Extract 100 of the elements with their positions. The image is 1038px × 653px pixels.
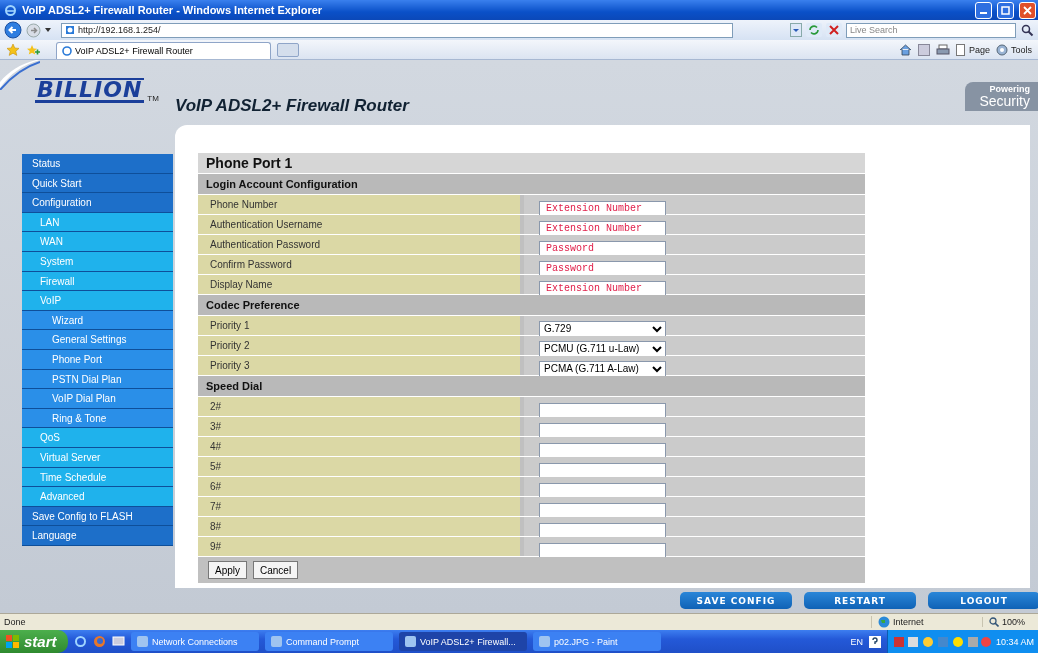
sidebar-item[interactable]: Virtual Server: [22, 447, 173, 468]
sidebar-item[interactable]: Advanced: [22, 487, 173, 507]
sidebar-item[interactable]: System: [22, 251, 173, 272]
maximize-button[interactable]: [997, 1, 1014, 19]
search-field[interactable]: Live Search: [846, 22, 1016, 38]
codec-dropdown[interactable]: G.729: [539, 320, 666, 337]
field-label: Authentication Username: [198, 215, 520, 234]
refresh-button[interactable]: [806, 23, 822, 37]
zoom-level[interactable]: 100%: [1002, 617, 1026, 627]
action-button[interactable]: LOGOUT: [928, 592, 1038, 609]
field-label: Display Name: [198, 275, 520, 294]
close-icon: [1023, 5, 1032, 15]
sidebar-item[interactable]: VoIP Dial Plan: [22, 389, 173, 409]
ie-logo-icon: [4, 3, 17, 17]
close-button[interactable]: [1019, 1, 1036, 19]
home-icon[interactable]: [898, 43, 912, 56]
field-label: 8#: [198, 517, 520, 536]
sidebar-item[interactable]: Wizard: [22, 310, 173, 331]
taskbar-button[interactable]: Command Prompt: [265, 632, 393, 651]
page-icon: [65, 25, 75, 35]
text-field[interactable]: Extension Number: [539, 280, 666, 297]
form-button[interactable]: Cancel: [253, 561, 299, 579]
app-icon: [405, 636, 416, 647]
sidebar-item[interactable]: Ring & Tone: [22, 408, 173, 429]
app-icon: [137, 636, 148, 647]
ie-logo-icon[interactable]: [74, 635, 87, 648]
sidebar-item[interactable]: Status: [22, 154, 173, 174]
brand-logo: BILLION: [35, 78, 145, 103]
maximize-icon: [1001, 5, 1010, 15]
text-field[interactable]: [539, 462, 666, 479]
text-field[interactable]: Extension Number: [539, 200, 666, 217]
sidebar-item[interactable]: LAN: [22, 212, 173, 233]
action-button[interactable]: RESTART: [804, 592, 916, 609]
language-indicator[interactable]: EN: [850, 636, 863, 647]
sidebar-item[interactable]: Language: [22, 526, 173, 546]
text-field[interactable]: [539, 502, 666, 519]
tagline-text: Security: [979, 94, 1030, 108]
field-label: 7#: [198, 497, 520, 516]
text-field[interactable]: [539, 402, 666, 419]
sidebar-item[interactable]: Configuration: [22, 193, 173, 213]
text-field[interactable]: Extension Number: [539, 220, 666, 237]
minimize-button[interactable]: [975, 1, 992, 19]
app-icon: [539, 636, 550, 647]
gear-icon: [996, 43, 1008, 56]
star-icon[interactable]: [6, 42, 20, 57]
address-field[interactable]: http://192.168.1.254/: [61, 22, 733, 38]
tools-menu[interactable]: Tools: [996, 43, 1032, 56]
sidebar-item[interactable]: Time Schedule: [22, 467, 173, 488]
sidebar-item[interactable]: QoS: [22, 428, 173, 448]
sidebar-item[interactable]: Quick Start: [22, 173, 173, 194]
field-label: Authentication Password: [198, 235, 520, 254]
new-tab-button[interactable]: [277, 42, 299, 57]
globe-icon: [878, 616, 890, 628]
sidebar-item[interactable]: WAN: [22, 232, 173, 252]
section-heading: Login Account Configuration: [198, 174, 865, 195]
field-label: 6#: [198, 477, 520, 496]
sidebar-item[interactable]: Firewall: [22, 271, 173, 292]
field-label: 9#: [198, 537, 520, 556]
minimize-icon: [980, 11, 987, 14]
zoom-icon[interactable]: [989, 617, 999, 627]
section-heading: Speed Dial: [198, 376, 865, 397]
print-icon[interactable]: [935, 43, 950, 56]
back-button[interactable]: [4, 21, 22, 39]
sidebar-item[interactable]: General Settings: [22, 330, 173, 350]
page-menu[interactable]: Page: [955, 43, 990, 56]
help-icon[interactable]: [868, 635, 881, 648]
ie-logo-icon: [62, 46, 72, 56]
sidebar-item[interactable]: VoIP: [22, 291, 173, 311]
taskbar-button[interactable]: VoIP ADSL2+ Firewall...: [399, 632, 527, 651]
zone-label: Internet: [893, 617, 924, 627]
search-icon[interactable]: [1020, 23, 1034, 37]
window-title: VoIP ADSL2+ Firewall Router - Windows Internet Explorer: [22, 4, 323, 16]
caret-icon[interactable]: [45, 28, 51, 32]
codec-dropdown[interactable]: PCMU (G.711 u-Law): [539, 340, 666, 357]
text-field[interactable]: [539, 522, 666, 539]
text-field[interactable]: [539, 542, 666, 559]
text-field[interactable]: [539, 482, 666, 499]
desktop-icon[interactable]: [112, 635, 125, 648]
taskbar-button[interactable]: Network Connections: [131, 632, 259, 651]
status-text: Done: [4, 617, 26, 627]
stop-button[interactable]: [826, 23, 842, 37]
codec-dropdown[interactable]: PCMA (G.711 A-Law): [539, 360, 666, 377]
start-button[interactable]: start: [0, 630, 68, 653]
dropdown-button[interactable]: [790, 23, 802, 37]
sidebar-item[interactable]: Phone Port: [22, 349, 173, 370]
sidebar-item[interactable]: Save Config to FLASH: [22, 506, 173, 527]
text-field[interactable]: Password: [539, 240, 666, 257]
field-label: Phone Number: [198, 195, 520, 214]
sidebar-item[interactable]: PSTN Dial Plan: [22, 369, 173, 390]
clock: 10:34 AM: [995, 636, 1034, 647]
text-field[interactable]: Password: [539, 260, 666, 277]
browser-tab[interactable]: VoIP ADSL2+ Firewall Router: [56, 42, 271, 59]
taskbar-button[interactable]: p02.JPG - Paint: [533, 632, 661, 651]
text-field[interactable]: [539, 422, 666, 439]
field-label: 5#: [198, 457, 520, 476]
trademark-label: TM: [147, 94, 159, 103]
text-field[interactable]: [539, 442, 666, 459]
form-button[interactable]: Apply: [208, 561, 247, 579]
action-button[interactable]: SAVE CONFIG: [680, 592, 792, 609]
field-label: 2#: [198, 397, 520, 416]
